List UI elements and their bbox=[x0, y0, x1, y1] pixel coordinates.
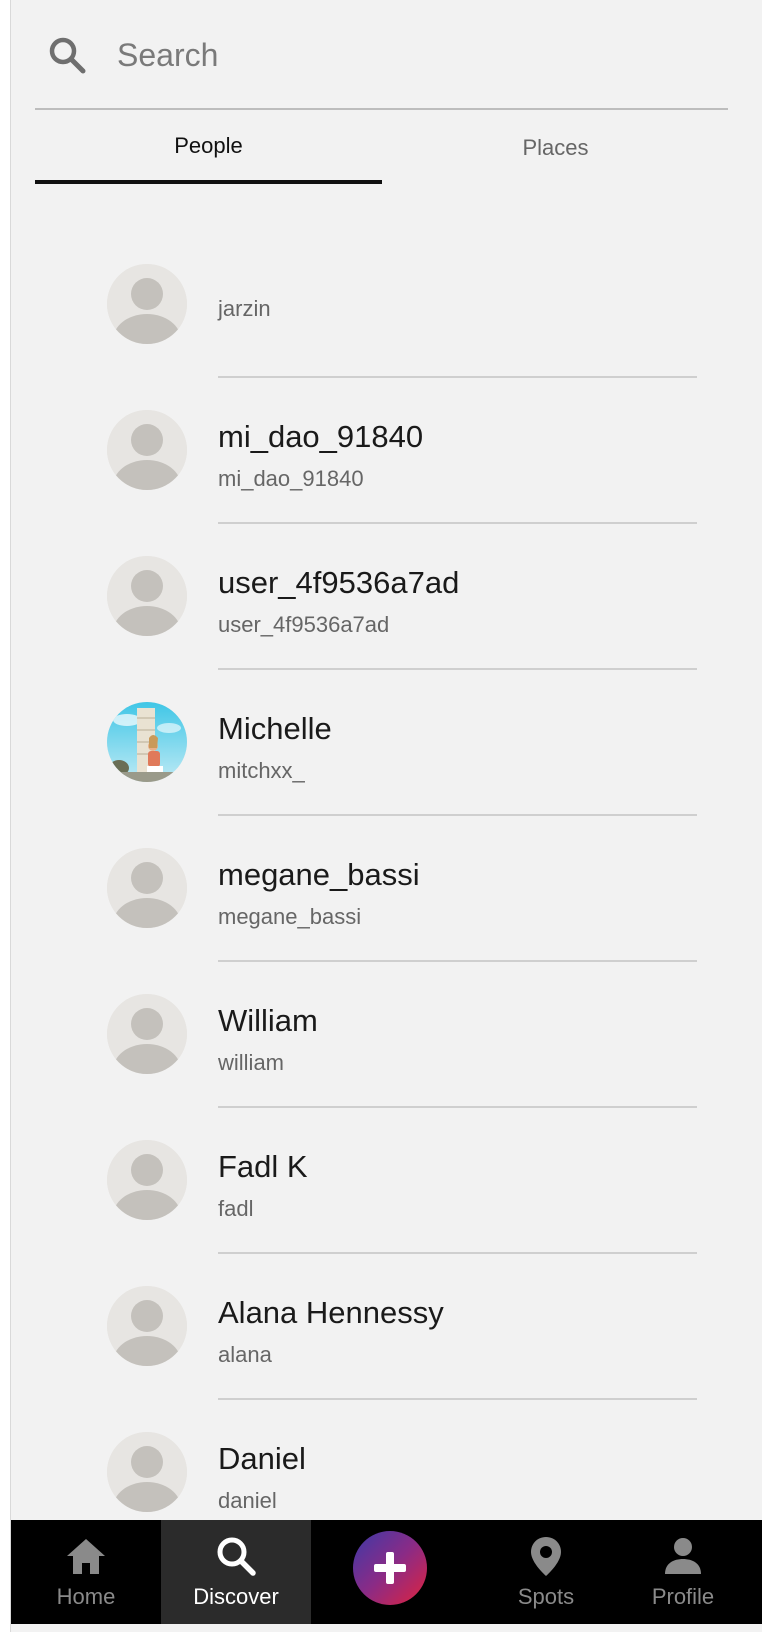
list-item[interactable]: Michelle mitchxx_ bbox=[11, 628, 762, 816]
person-name: Daniel bbox=[218, 1441, 306, 1476]
avatar bbox=[107, 1140, 187, 1220]
nav-spots[interactable]: Spots bbox=[471, 1520, 621, 1624]
photo-avatar-icon bbox=[107, 702, 187, 782]
avatar bbox=[107, 1432, 187, 1512]
avatar bbox=[107, 1286, 187, 1366]
list-item[interactable]: Alana Hennessy alana bbox=[11, 1212, 762, 1400]
nav-profile[interactable]: Profile bbox=[608, 1520, 758, 1624]
avatar bbox=[107, 702, 187, 782]
avatar bbox=[107, 410, 187, 490]
person-username: jarzin bbox=[218, 296, 271, 321]
discover-screen: People Places jarzin bbox=[10, 0, 762, 1632]
search-bar[interactable] bbox=[35, 0, 728, 110]
person-name: Michelle bbox=[218, 711, 332, 746]
avatar bbox=[107, 556, 187, 636]
bottom-edge bbox=[11, 1624, 762, 1632]
default-avatar-icon bbox=[107, 1140, 187, 1220]
nav-home[interactable]: Home bbox=[11, 1520, 161, 1624]
person-name: William bbox=[218, 1003, 318, 1038]
person-name: megane_bassi bbox=[218, 857, 420, 892]
list-item[interactable]: mi_dao_91840 mi_dao_91840 bbox=[11, 336, 762, 524]
list-item[interactable]: William william bbox=[11, 920, 762, 1108]
list-item[interactable]: Daniel daniel bbox=[11, 1358, 762, 1513]
person-username: daniel bbox=[218, 1488, 277, 1513]
list-item[interactable]: user_4f9536a7ad user_4f9536a7ad bbox=[11, 482, 762, 670]
default-avatar-icon bbox=[107, 848, 187, 928]
nav-discover-label: Discover bbox=[193, 1584, 279, 1609]
person-name: Fadl K bbox=[218, 1149, 308, 1184]
avatar bbox=[107, 264, 187, 344]
default-avatar-icon bbox=[107, 994, 187, 1074]
tab-people[interactable]: People bbox=[35, 112, 382, 184]
nav-profile-label: Profile bbox=[651, 1584, 715, 1609]
tab-bar: People Places bbox=[35, 112, 728, 184]
nav-discover[interactable]: Discover bbox=[161, 1520, 311, 1624]
person-icon bbox=[665, 1538, 701, 1574]
tab-places[interactable]: Places bbox=[382, 112, 729, 184]
map-pin-icon bbox=[531, 1537, 561, 1576]
list-item[interactable]: megane_bassi megane_bassi bbox=[11, 774, 762, 962]
search-input[interactable] bbox=[117, 30, 707, 80]
default-avatar-icon bbox=[107, 1286, 187, 1366]
person-name: user_4f9536a7ad bbox=[218, 565, 460, 600]
avatar bbox=[107, 848, 187, 928]
avatar bbox=[107, 994, 187, 1074]
list-item[interactable]: Fadl K fadl bbox=[11, 1066, 762, 1254]
nav-spots-label: Spots bbox=[517, 1584, 575, 1609]
person-name: Alana Hennessy bbox=[218, 1295, 444, 1330]
plus-icon bbox=[374, 1552, 406, 1584]
default-avatar-icon bbox=[107, 410, 187, 490]
search-icon bbox=[49, 37, 86, 74]
add-button[interactable] bbox=[353, 1531, 427, 1605]
default-avatar-icon bbox=[107, 556, 187, 636]
bottom-nav: Home Discover Spots Profile bbox=[11, 1520, 762, 1624]
default-avatar-icon bbox=[107, 1432, 187, 1512]
default-avatar-icon bbox=[107, 264, 187, 344]
home-icon bbox=[67, 1539, 105, 1574]
nav-home-label: Home bbox=[56, 1584, 116, 1609]
person-name: mi_dao_91840 bbox=[218, 419, 424, 454]
search-icon bbox=[217, 1537, 256, 1576]
list-item[interactable]: jarzin bbox=[11, 190, 762, 378]
